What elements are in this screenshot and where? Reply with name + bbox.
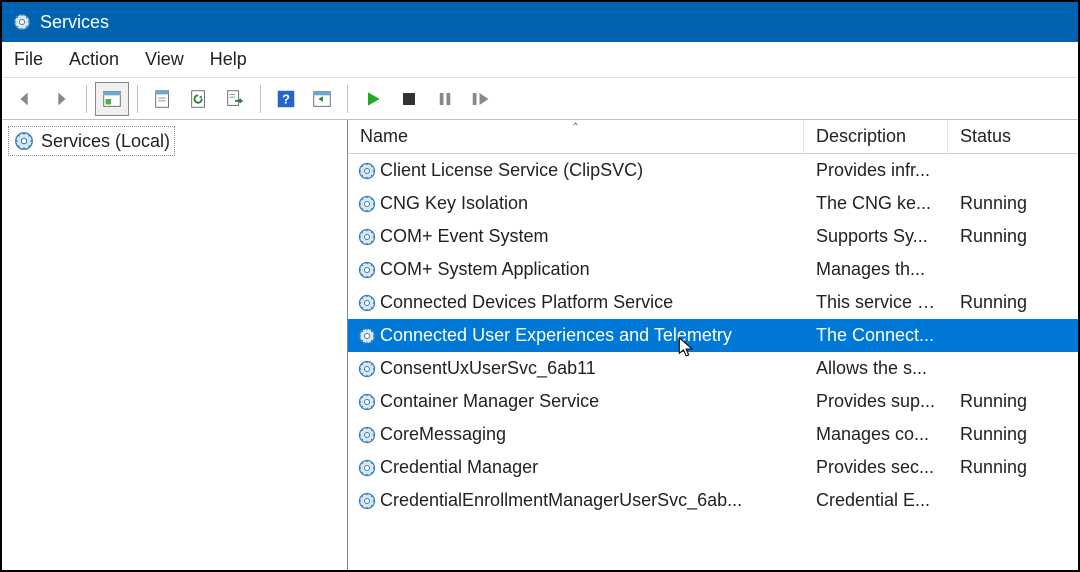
toolbar-separator	[86, 85, 87, 113]
service-description: This service i...	[804, 292, 948, 313]
console-tree[interactable]: Services (Local)	[2, 120, 348, 570]
toolbar-separator	[347, 85, 348, 113]
service-name: CoreMessaging	[378, 424, 804, 445]
service-description: Provides infr...	[804, 160, 948, 181]
pause-service-button[interactable]	[428, 82, 462, 116]
service-row[interactable]: Client License Service (ClipSVC)Provides…	[348, 154, 1078, 187]
menu-help[interactable]: Help	[210, 49, 247, 70]
app-icon	[12, 12, 32, 32]
toolbar-separator	[137, 85, 138, 113]
column-header-name[interactable]: ⌃ Name	[348, 120, 804, 153]
start-service-button[interactable]	[356, 82, 390, 116]
list-header: ⌃ Name Description Status	[348, 120, 1078, 154]
gear-icon	[348, 359, 378, 379]
service-row[interactable]: ConsentUxUserSvc_6ab11Allows the s...	[348, 352, 1078, 385]
service-row[interactable]: CredentialEnrollmentManagerUserSvc_6ab..…	[348, 484, 1078, 517]
service-name: Connected Devices Platform Service	[378, 292, 804, 313]
svg-text:?: ?	[282, 91, 290, 106]
refresh-button[interactable]	[182, 82, 216, 116]
restart-service-button[interactable]	[464, 82, 498, 116]
service-name: CredentialEnrollmentManagerUserSvc_6ab..…	[378, 490, 804, 511]
title-bar: Services	[2, 2, 1078, 42]
service-name: COM+ Event System	[378, 226, 804, 247]
window-title: Services	[40, 12, 109, 33]
gear-icon	[13, 130, 35, 152]
services-list[interactable]: ⌃ Name Description Status Client License…	[348, 120, 1078, 570]
gear-icon	[348, 458, 378, 478]
menu-action[interactable]: Action	[69, 49, 119, 70]
service-row[interactable]: Connected Devices Platform ServiceThis s…	[348, 286, 1078, 319]
service-row[interactable]: CoreMessagingManages co...Running	[348, 418, 1078, 451]
menu-view[interactable]: View	[145, 49, 184, 70]
menu-file[interactable]: File	[14, 49, 43, 70]
service-status: Running	[948, 457, 1058, 478]
service-name: Client License Service (ClipSVC)	[378, 160, 804, 181]
service-status: Running	[948, 226, 1058, 247]
service-description: The Connect...	[804, 325, 948, 346]
service-description: Manages co...	[804, 424, 948, 445]
gear-icon	[348, 392, 378, 412]
gear-icon	[348, 260, 378, 280]
service-status: Running	[948, 391, 1058, 412]
tree-root-services-local[interactable]: Services (Local)	[8, 126, 175, 156]
service-name: Connected User Experiences and Telemetry	[378, 325, 804, 346]
service-status: Running	[948, 292, 1058, 313]
export-list-button[interactable]	[218, 82, 252, 116]
tree-root-label: Services (Local)	[41, 131, 170, 152]
service-row[interactable]: CNG Key IsolationThe CNG ke...Running	[348, 187, 1078, 220]
service-row[interactable]: Credential ManagerProvides sec...Running	[348, 451, 1078, 484]
service-description: Credential E...	[804, 490, 948, 511]
service-row[interactable]: COM+ System ApplicationManages th...	[348, 253, 1078, 286]
service-status: Running	[948, 193, 1058, 214]
gear-icon	[348, 227, 378, 247]
show-hide-action-pane-button[interactable]	[305, 82, 339, 116]
properties-button[interactable]	[146, 82, 180, 116]
toolbar: ?	[2, 78, 1078, 120]
gear-icon	[348, 326, 378, 346]
menu-bar: File Action View Help	[2, 42, 1078, 78]
service-description: Allows the s...	[804, 358, 948, 379]
back-button[interactable]	[8, 82, 42, 116]
sort-ascending-icon: ⌃	[571, 122, 579, 133]
gear-icon	[348, 194, 378, 214]
help-button[interactable]: ?	[269, 82, 303, 116]
service-description: The CNG ke...	[804, 193, 948, 214]
service-name: COM+ System Application	[378, 259, 804, 280]
service-description: Provides sup...	[804, 391, 948, 412]
gear-icon	[348, 161, 378, 181]
show-hide-tree-button[interactable]	[95, 82, 129, 116]
service-row[interactable]: COM+ Event SystemSupports Sy...Running	[348, 220, 1078, 253]
gear-icon	[348, 293, 378, 313]
toolbar-separator	[260, 85, 261, 113]
service-status: Running	[948, 424, 1058, 445]
service-name: Container Manager Service	[378, 391, 804, 412]
service-name: Credential Manager	[378, 457, 804, 478]
column-header-description[interactable]: Description	[804, 120, 948, 153]
service-description: Supports Sy...	[804, 226, 948, 247]
service-description: Provides sec...	[804, 457, 948, 478]
column-header-status[interactable]: Status	[948, 120, 1058, 153]
stop-service-button[interactable]	[392, 82, 426, 116]
service-name: CNG Key Isolation	[378, 193, 804, 214]
service-name: ConsentUxUserSvc_6ab11	[378, 358, 804, 379]
service-description: Manages th...	[804, 259, 948, 280]
forward-button[interactable]	[44, 82, 78, 116]
gear-icon	[348, 491, 378, 511]
service-row[interactable]: Container Manager ServiceProvides sup...…	[348, 385, 1078, 418]
gear-icon	[348, 425, 378, 445]
service-row[interactable]: Connected User Experiences and Telemetry…	[348, 319, 1078, 352]
